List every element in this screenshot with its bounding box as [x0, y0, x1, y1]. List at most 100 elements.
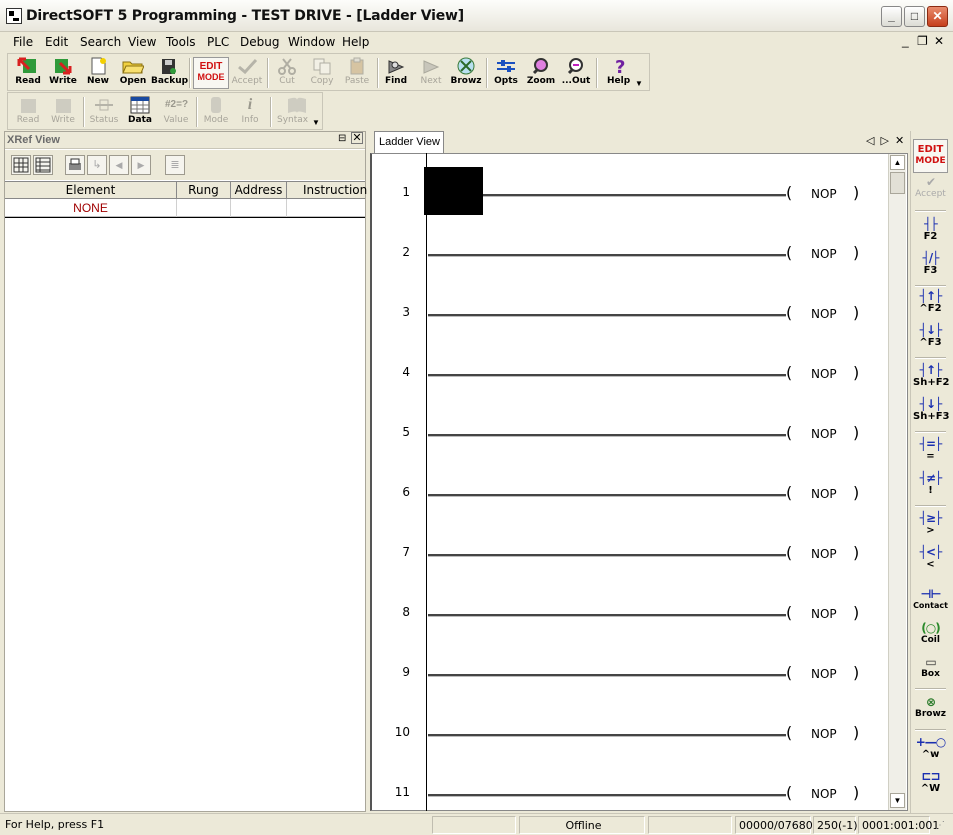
- xref-close-icon[interactable]: ✕: [351, 132, 363, 144]
- browse-button[interactable]: Browz: [449, 57, 483, 89]
- print-icon[interactable]: [65, 155, 85, 175]
- open-button[interactable]: Open: [116, 57, 150, 89]
- rung-wire[interactable]: [428, 434, 786, 437]
- data-view-button[interactable]: Data: [123, 96, 157, 128]
- palette-contact-9-button[interactable]: ┤≥├ >: [913, 511, 948, 536]
- backup-button[interactable]: Backup: [151, 57, 188, 89]
- next-button[interactable]: Next: [414, 57, 448, 89]
- app-icon[interactable]: [6, 8, 22, 24]
- zoom-out-button[interactable]: ...Out: [559, 57, 593, 89]
- rung-instruction[interactable]: NOP: [811, 427, 837, 441]
- palette-wire-shift-button[interactable]: ⊏⊐ ^W: [913, 769, 948, 794]
- palette-contact-3-button[interactable]: ┤↑├ ^F2: [913, 289, 948, 314]
- palette-contact-2-button[interactable]: ┤/├ F3: [913, 251, 948, 276]
- value-button[interactable]: #2=? Value: [159, 96, 193, 128]
- pin-icon[interactable]: ⊟: [338, 133, 346, 144]
- tab-right-icon[interactable]: ▷: [880, 135, 894, 147]
- rung-instruction[interactable]: NOP: [811, 247, 837, 261]
- palette-wire-button[interactable]: +—○ ^w: [913, 735, 948, 760]
- rung-instruction[interactable]: NOP: [811, 547, 837, 561]
- write-button[interactable]: Write: [46, 57, 80, 89]
- rung-wire[interactable]: [428, 794, 786, 797]
- column-element[interactable]: Element: [5, 182, 177, 199]
- rung-instruction[interactable]: NOP: [811, 187, 837, 201]
- layers-icon[interactable]: ≣: [165, 155, 185, 175]
- help-button[interactable]: ? Help ▼: [599, 57, 643, 89]
- next-icon[interactable]: ▶: [131, 155, 151, 175]
- menu-file[interactable]: File: [13, 35, 33, 49]
- palette-contact-4-button[interactable]: ┤↓├ ^F3: [913, 323, 948, 348]
- accept-button[interactable]: Accept: [230, 57, 264, 89]
- cut-button[interactable]: Cut: [270, 57, 304, 89]
- menu-view[interactable]: View: [128, 35, 156, 49]
- palette-box-button[interactable]: ▭ Box: [913, 655, 948, 679]
- palette-contact-6-button[interactable]: ┤↓├ Sh+F3: [913, 397, 950, 422]
- palette-contact-8-button[interactable]: ┤≠├!: [913, 471, 948, 496]
- mode-button[interactable]: Mode: [199, 96, 233, 128]
- menu-window[interactable]: Window: [288, 35, 335, 49]
- rung-wire[interactable]: [428, 554, 786, 557]
- palette-accept-button[interactable]: ✔ Accept: [913, 175, 948, 199]
- mdi-minimize-icon[interactable]: _: [902, 34, 909, 48]
- menu-edit[interactable]: Edit: [45, 35, 68, 49]
- syntax-button[interactable]: Syntax ▼: [274, 96, 320, 128]
- help-dropdown-icon[interactable]: ▼: [635, 79, 643, 88]
- rung-wire[interactable]: [428, 674, 786, 677]
- table-row[interactable]: NONE: [5, 199, 365, 217]
- mdi-close-icon[interactable]: ✕: [934, 34, 944, 48]
- read-button[interactable]: Read: [11, 57, 45, 89]
- resize-grip-icon[interactable]: ⋰: [935, 820, 945, 831]
- edit-cursor[interactable]: [424, 167, 483, 215]
- menu-plc[interactable]: PLC: [207, 35, 229, 49]
- rung-instruction[interactable]: NOP: [811, 727, 837, 741]
- column-address[interactable]: Address: [231, 182, 287, 199]
- info-button[interactable]: i Info: [233, 96, 267, 128]
- palette-browse-button[interactable]: ⊗ Browz: [913, 695, 948, 719]
- plc-write-button[interactable]: Write: [46, 96, 80, 128]
- rung-instruction[interactable]: NOP: [811, 667, 837, 681]
- mdi-restore-icon[interactable]: ❐: [917, 34, 928, 48]
- palette-contact-7-button[interactable]: ┤=├ =: [913, 437, 948, 462]
- menu-help[interactable]: Help: [342, 35, 369, 49]
- options-button[interactable]: Opts: [489, 57, 523, 89]
- palette-contact-1-button[interactable]: ┤├ F2: [913, 217, 948, 242]
- rung-wire[interactable]: [428, 314, 786, 317]
- rung-instruction[interactable]: NOP: [811, 307, 837, 321]
- goto-icon[interactable]: ↳: [87, 155, 107, 175]
- palette-coil-button[interactable]: (○) Coil: [913, 621, 948, 645]
- copy-button[interactable]: Copy: [305, 57, 339, 89]
- tab-left-icon[interactable]: ◁: [866, 135, 880, 147]
- rung-wire[interactable]: [428, 494, 786, 497]
- minimize-button[interactable]: _: [881, 6, 902, 27]
- scroll-thumb[interactable]: [890, 172, 905, 194]
- menu-debug[interactable]: Debug: [240, 35, 279, 49]
- rung-wire[interactable]: [428, 374, 786, 377]
- list-view-icon[interactable]: [33, 155, 53, 175]
- plc-read-button[interactable]: Read: [11, 96, 45, 128]
- syntax-dropdown-icon[interactable]: ▼: [312, 118, 320, 127]
- rung-instruction[interactable]: NOP: [811, 607, 837, 621]
- palette-edit-mode-button[interactable]: EDIT MODE: [913, 139, 948, 173]
- ladder-close-icon[interactable]: ✕: [895, 135, 910, 147]
- rung-wire[interactable]: [428, 254, 786, 257]
- scroll-down-icon[interactable]: ▼: [890, 793, 905, 808]
- palette-contact-10-button[interactable]: ┤<├ <: [913, 545, 948, 570]
- find-button[interactable]: Find: [379, 57, 413, 89]
- maximize-button[interactable]: □: [904, 6, 925, 27]
- rung-instruction[interactable]: NOP: [811, 487, 837, 501]
- tab-ladder-view[interactable]: Ladder View: [374, 131, 444, 153]
- rung-instruction[interactable]: NOP: [811, 367, 837, 381]
- zoom-button[interactable]: Zoom: [524, 57, 558, 89]
- edit-mode-button[interactable]: EDIT MODE: [193, 57, 229, 89]
- column-instruction[interactable]: Instruction: [287, 182, 367, 199]
- rung-instruction[interactable]: NOP: [811, 787, 837, 801]
- palette-contact-5-button[interactable]: ┤↑├ Sh+F2: [913, 363, 950, 388]
- palette-contact-button[interactable]: ⊣⊢ Contact: [913, 587, 948, 610]
- vertical-scrollbar[interactable]: ▲ ▼: [888, 154, 906, 810]
- previous-icon[interactable]: ◀: [109, 155, 129, 175]
- rung-wire[interactable]: [428, 734, 786, 737]
- rung-wire[interactable]: [428, 614, 786, 617]
- menu-tools[interactable]: Tools: [166, 35, 196, 49]
- column-rung[interactable]: Rung: [177, 182, 231, 199]
- scroll-up-icon[interactable]: ▲: [890, 155, 905, 170]
